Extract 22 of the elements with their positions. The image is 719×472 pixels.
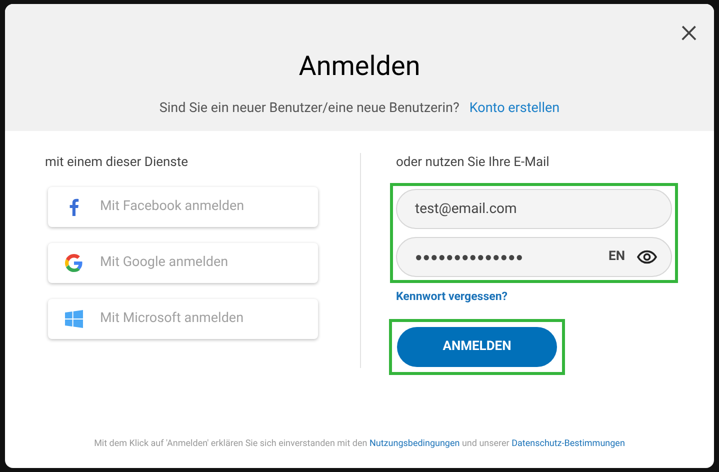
email-field[interactable]: test@email.com [396, 188, 672, 228]
dialog-title: Anmelden [298, 50, 420, 84]
social-login-button[interactable]: Mit Google anmelden [48, 242, 318, 282]
social-login-button[interactable]: Mit Facebook anmelden [48, 186, 318, 226]
social-login-button[interactable]: Mit Microsoft anmelden [48, 298, 318, 338]
masked-password: ●●●●●●●●●●●●●● [415, 248, 524, 266]
facebook-icon [69, 198, 79, 216]
terms-notice: Mit dem Klick auf 'Anmelden' erklären Sie sich einverstanden mit den Nutzungsbedingungen und unserer Datenschutz-Bestimmungen [93, 438, 626, 450]
new-user-question: Sind Sie ein neuer Benutzer/eine neue Benutzerin? [159, 98, 460, 118]
windows-icon [65, 310, 83, 328]
terms-link[interactable]: Nutzungsbedingungen [369, 438, 460, 448]
google-icon [65, 254, 83, 272]
close-button[interactable]: × [680, 14, 698, 48]
create-account-link[interactable]: Konto erstellen [469, 98, 560, 118]
privacy-link[interactable]: Datenschutz-Bestimmungen [512, 438, 625, 448]
email-heading: oder nutzen Sie Ihre E-Mail [396, 154, 550, 172]
forgot-password-link[interactable]: Kennwort vergessen? [396, 288, 678, 305]
login-button[interactable]: ANMELDEN [397, 326, 557, 367]
password-field[interactable]: ●●●●●●●●●●●●●● EN [396, 236, 672, 276]
language-indicator: EN [608, 248, 625, 266]
services-heading: mit einem dieser Dienste [45, 154, 190, 172]
eye-icon[interactable] [637, 250, 657, 264]
